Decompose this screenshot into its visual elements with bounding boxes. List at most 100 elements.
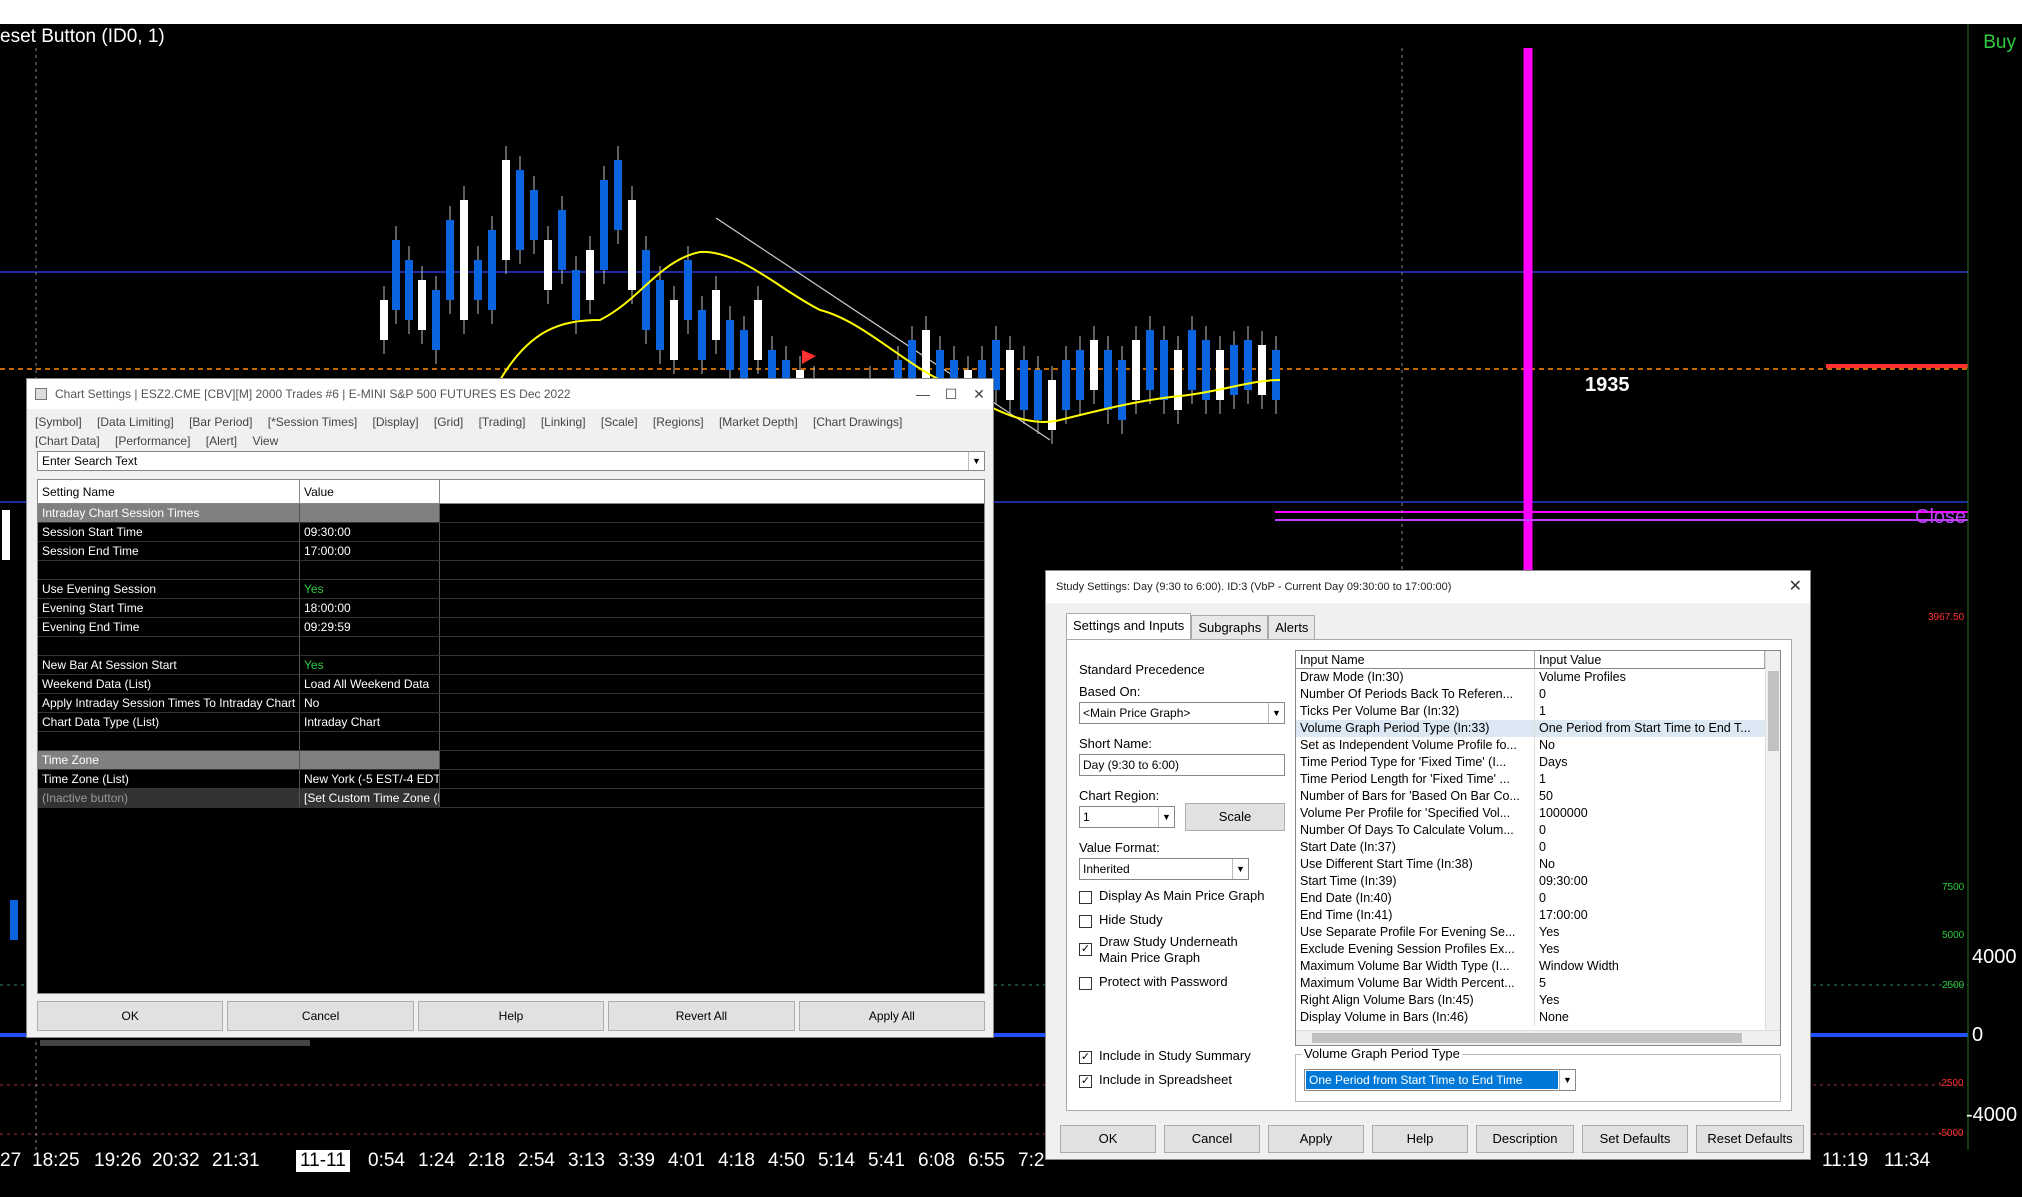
- column-header[interactable]: Input Value: [1535, 651, 1765, 668]
- chart-settings-titlebar[interactable]: Chart Settings | ESZ2.CME [CBV][M] 2000 …: [27, 379, 993, 409]
- menu-view[interactable]: View: [252, 434, 278, 448]
- tab-subgraphs[interactable]: Subgraphs: [1191, 615, 1269, 639]
- settings-row[interactable]: Session Start Time 09:30:00: [38, 523, 984, 542]
- menu-session-times[interactable]: [*Session Times]: [268, 415, 357, 429]
- scroll-thumb[interactable]: [1312, 1033, 1742, 1043]
- menu-data-limiting[interactable]: [Data Limiting]: [97, 415, 174, 429]
- input-value[interactable]: 0: [1535, 686, 1765, 703]
- short-name-input[interactable]: Day (9:30 to 6:00): [1079, 754, 1285, 776]
- settings-row[interactable]: Weekend Data (List) Load All Weekend Data: [38, 675, 984, 694]
- setting-value[interactable]: [300, 751, 440, 769]
- menu-bar-period[interactable]: [Bar Period]: [189, 415, 252, 429]
- draw-underneath-checkbox[interactable]: ✓: [1079, 943, 1092, 956]
- menu-scale[interactable]: [Scale]: [601, 415, 638, 429]
- input-value[interactable]: Yes: [1535, 924, 1765, 941]
- input-value[interactable]: 1: [1535, 771, 1765, 788]
- column-header[interactable]: Input Name: [1296, 651, 1535, 668]
- setting-value[interactable]: [300, 637, 440, 655]
- based-on-select[interactable]: <Main Price Graph> ▼: [1079, 702, 1285, 724]
- cancel-button[interactable]: Cancel: [227, 1001, 414, 1031]
- setting-value[interactable]: [300, 561, 440, 579]
- input-row[interactable]: Number Of Days To Calculate Volum... 0: [1296, 822, 1780, 839]
- setting-value[interactable]: Yes: [300, 580, 440, 598]
- input-value[interactable]: Yes: [1535, 992, 1765, 1009]
- input-row[interactable]: Start Time (In:39) 09:30:00: [1296, 873, 1780, 890]
- input-value[interactable]: 1000000: [1535, 805, 1765, 822]
- chevron-down-icon[interactable]: ▼: [1559, 1070, 1575, 1090]
- apply-all-button[interactable]: Apply All: [798, 1001, 986, 1031]
- study-settings-dialog[interactable]: Study Settings: Day (9:30 to 6:00). ID:3…: [1045, 570, 1811, 1160]
- close-icon[interactable]: ✕: [965, 379, 993, 409]
- input-row[interactable]: Number Of Periods Back To Referen... 0: [1296, 686, 1780, 703]
- horizontal-scrollbar[interactable]: [1296, 1030, 1780, 1045]
- setting-value[interactable]: Intraday Chart: [300, 713, 440, 731]
- input-row[interactable]: Volume Per Profile for 'Specified Vol...…: [1296, 805, 1780, 822]
- menu-symbol[interactable]: [Symbol]: [35, 415, 82, 429]
- setting-value[interactable]: No: [300, 694, 440, 712]
- settings-row[interactable]: Evening End Time 09:29:59: [38, 618, 984, 637]
- input-row[interactable]: Use Different Start Time (In:38) No: [1296, 856, 1780, 873]
- menu-chart-drawings[interactable]: [Chart Drawings]: [813, 415, 902, 429]
- input-row[interactable]: End Time (In:41) 17:00:00: [1296, 907, 1780, 924]
- chart-settings-dialog[interactable]: Chart Settings | ESZ2.CME [CBV][M] 2000 …: [26, 378, 994, 1038]
- input-value[interactable]: None: [1535, 1009, 1765, 1026]
- setting-value[interactable]: Yes: [300, 656, 440, 674]
- input-value[interactable]: 5: [1535, 975, 1765, 992]
- help-button[interactable]: Help: [417, 1001, 605, 1031]
- setting-value[interactable]: [300, 732, 440, 750]
- settings-section-row[interactable]: Intraday Chart Session Times: [38, 504, 984, 523]
- settings-row[interactable]: Use Evening Session Yes: [38, 580, 984, 599]
- include-spreadsheet-checkbox[interactable]: ✓: [1079, 1075, 1092, 1088]
- help-button[interactable]: Help: [1372, 1125, 1468, 1153]
- search-input[interactable]: Enter Search Text ▼: [37, 451, 985, 471]
- settings-row[interactable]: [38, 561, 984, 580]
- input-value[interactable]: No: [1535, 737, 1765, 754]
- menu-performance[interactable]: [Performance]: [115, 434, 190, 448]
- settings-section-row[interactable]: Time Zone: [38, 751, 984, 770]
- set-defaults-button[interactable]: Set Defaults: [1582, 1125, 1688, 1153]
- maximize-icon[interactable]: ☐: [937, 379, 965, 409]
- input-row[interactable]: Time Period Length for 'Fixed Time' ... 1: [1296, 771, 1780, 788]
- input-row[interactable]: Maximum Volume Bar Width Type (I... Windo…: [1296, 958, 1780, 975]
- input-value[interactable]: 1: [1535, 703, 1765, 720]
- settings-row[interactable]: New Bar At Session Start Yes: [38, 656, 984, 675]
- ok-button[interactable]: OK: [37, 1001, 224, 1031]
- display-main-checkbox[interactable]: [1079, 891, 1092, 904]
- input-row[interactable]: Time Period Type for 'Fixed Time' (I... D…: [1296, 754, 1780, 771]
- apply-button[interactable]: Apply: [1268, 1125, 1364, 1153]
- setting-value[interactable]: 09:30:00: [300, 523, 440, 541]
- settings-row[interactable]: Apply Intraday Session Times To Intraday…: [38, 694, 984, 713]
- value-format-select[interactable]: Inherited ▼: [1079, 858, 1249, 880]
- chevron-down-icon[interactable]: ▼: [968, 452, 984, 470]
- menu-display[interactable]: [Display]: [373, 415, 419, 429]
- minimize-icon[interactable]: —: [909, 379, 937, 409]
- cancel-button[interactable]: Cancel: [1164, 1125, 1260, 1153]
- input-value[interactable]: Window Width: [1535, 958, 1765, 975]
- input-value[interactable]: 09:30:00: [1535, 873, 1765, 890]
- menu-linking[interactable]: [Linking]: [541, 415, 586, 429]
- menu-grid[interactable]: [Grid]: [434, 415, 463, 429]
- description-button[interactable]: Description: [1476, 1125, 1574, 1153]
- setting-value[interactable]: 17:00:00: [300, 542, 440, 560]
- include-summary-checkbox[interactable]: ✓: [1079, 1051, 1092, 1064]
- input-value[interactable]: 0: [1535, 839, 1765, 856]
- menu-alert[interactable]: [Alert]: [206, 434, 237, 448]
- tab-settings-and-inputs[interactable]: Settings and Inputs: [1066, 613, 1192, 639]
- input-value[interactable]: Days: [1535, 754, 1765, 771]
- revert-all-button[interactable]: Revert All: [608, 1001, 795, 1031]
- chevron-down-icon[interactable]: ▼: [1232, 859, 1248, 879]
- input-value[interactable]: 0: [1535, 822, 1765, 839]
- input-value[interactable]: Yes: [1535, 941, 1765, 958]
- input-row[interactable]: Display Volume in Bars (In:46) None: [1296, 1009, 1780, 1026]
- setting-value[interactable]: New York (-5 EST/-4 EDT): [300, 770, 440, 788]
- vertical-scrollbar[interactable]: [1765, 651, 1780, 1031]
- input-value[interactable]: No: [1535, 856, 1765, 873]
- setting-value[interactable]: 18:00:00: [300, 599, 440, 617]
- settings-row[interactable]: Session End Time 17:00:00: [38, 542, 984, 561]
- settings-grid[interactable]: Setting Name Value Intraday Chart Sessio…: [37, 479, 985, 994]
- settings-row[interactable]: (Inactive button) [Set Custom Time Zone (…: [38, 789, 984, 808]
- input-value[interactable]: 0: [1535, 890, 1765, 907]
- input-row[interactable]: Start Date (In:37) 0: [1296, 839, 1780, 856]
- menu-regions[interactable]: [Regions]: [653, 415, 704, 429]
- scroll-thumb[interactable]: [1768, 671, 1779, 751]
